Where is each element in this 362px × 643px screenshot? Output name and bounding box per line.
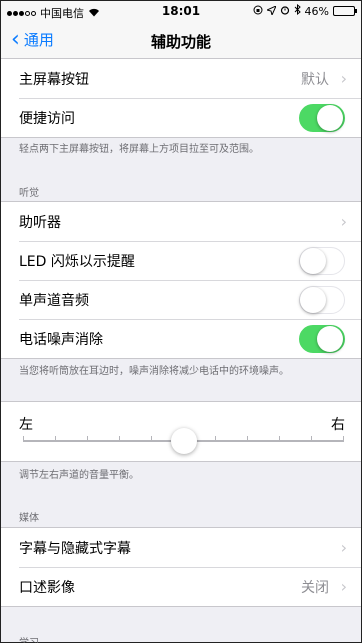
settings-group-home: 主屏幕按钮 默认 › 便捷访问: [1, 58, 361, 138]
home-button-value: 默认: [301, 71, 329, 88]
led-flash-label: LED 闪烁以示提醒: [19, 253, 135, 270]
noise-cancellation-footnote: 当您将听筒放在耳边时，噪声消除将减少电话中的环境噪声。: [19, 366, 289, 377]
hearing-devices-label: 助听器: [19, 214, 61, 231]
led-flash-row: LED 闪烁以示提醒: [1, 241, 361, 280]
page-title: 辅助功能: [150, 33, 211, 51]
learning-section-header: 学习: [19, 634, 39, 643]
location-icon: [265, 4, 277, 18]
phone-noise-cancellation-row: 电话噪声消除: [1, 319, 361, 358]
reachability-footnote: 轻点两下主屏幕按钮，将屏幕上方项目拉至可及范围。: [19, 144, 259, 155]
chevron-right-icon: ›: [340, 538, 347, 557]
reachability-label: 便捷访问: [19, 110, 75, 127]
chevron-right-icon: ›: [340, 212, 347, 231]
toggle-knob: [317, 325, 343, 352]
slider-tick: [23, 436, 24, 442]
phone-noise-cancellation-label: 电话噪声消除: [19, 331, 103, 348]
toggle-knob: [317, 104, 343, 131]
audio-descriptions-value: 关闭: [301, 579, 329, 596]
hearing-devices-row[interactable]: 助听器 ›: [1, 202, 361, 241]
balance-footnote: 调节左右声道的音量平衡。: [19, 470, 139, 481]
toggle-knob: [300, 247, 326, 274]
mono-audio-row: 单声道音频: [1, 280, 361, 319]
status-right: 46%: [253, 3, 357, 18]
led-flash-toggle[interactable]: [299, 246, 345, 275]
hearing-section-header: 听觉: [19, 188, 39, 199]
balance-left-label: 左: [19, 417, 33, 433]
alarm-icon: [280, 5, 290, 18]
settings-group-media: 字幕与隐藏式字幕 › 口述影像 关闭 ›: [1, 527, 361, 607]
subtitles-captioning-label: 字幕与隐藏式字幕: [19, 540, 131, 557]
navigation-bar: ‹ 通用 辅助功能: [1, 21, 361, 59]
battery-icon: [333, 6, 357, 16]
audio-balance-group: 左 右: [1, 401, 361, 462]
slider-tick: [311, 436, 312, 442]
slider-tick: [215, 436, 216, 442]
slider-tick: [247, 436, 248, 442]
battery-percent: 46%: [304, 4, 329, 18]
mono-audio-label: 单声道音频: [19, 292, 89, 309]
slider-tick: [119, 436, 120, 442]
subtitles-captioning-row[interactable]: 字幕与隐藏式字幕 ›: [1, 528, 361, 567]
chevron-right-icon: ›: [340, 577, 347, 596]
mono-audio-toggle[interactable]: [299, 285, 345, 314]
lock-rotation-icon: [253, 5, 263, 18]
home-button-label: 主屏幕按钮: [19, 71, 89, 88]
media-section-header: 媒体: [19, 513, 39, 524]
slider-tick: [151, 436, 152, 442]
balance-right-label: 右: [331, 417, 345, 433]
phone-noise-cancellation-toggle[interactable]: [299, 324, 345, 353]
slider-tick: [55, 436, 56, 442]
reachability-toggle[interactable]: [299, 103, 345, 132]
balance-slider-knob[interactable]: [171, 428, 197, 454]
audio-descriptions-row[interactable]: 口述影像 关闭 ›: [1, 567, 361, 606]
slider-tick: [279, 436, 280, 442]
toggle-knob: [300, 286, 326, 313]
status-bar: 中国电信 18:01 46%: [1, 1, 361, 21]
home-button-row[interactable]: 主屏幕按钮 默认 ›: [1, 59, 361, 98]
slider-tick: [343, 436, 344, 442]
settings-group-hearing: 助听器 › LED 闪烁以示提醒 单声道音频 电话噪声消除: [1, 201, 361, 359]
slider-tick: [87, 436, 88, 442]
chevron-right-icon: ›: [340, 69, 347, 88]
reachability-row: 便捷访问: [1, 98, 361, 137]
audio-descriptions-label: 口述影像: [19, 579, 75, 596]
bluetooth-icon: [294, 3, 301, 18]
